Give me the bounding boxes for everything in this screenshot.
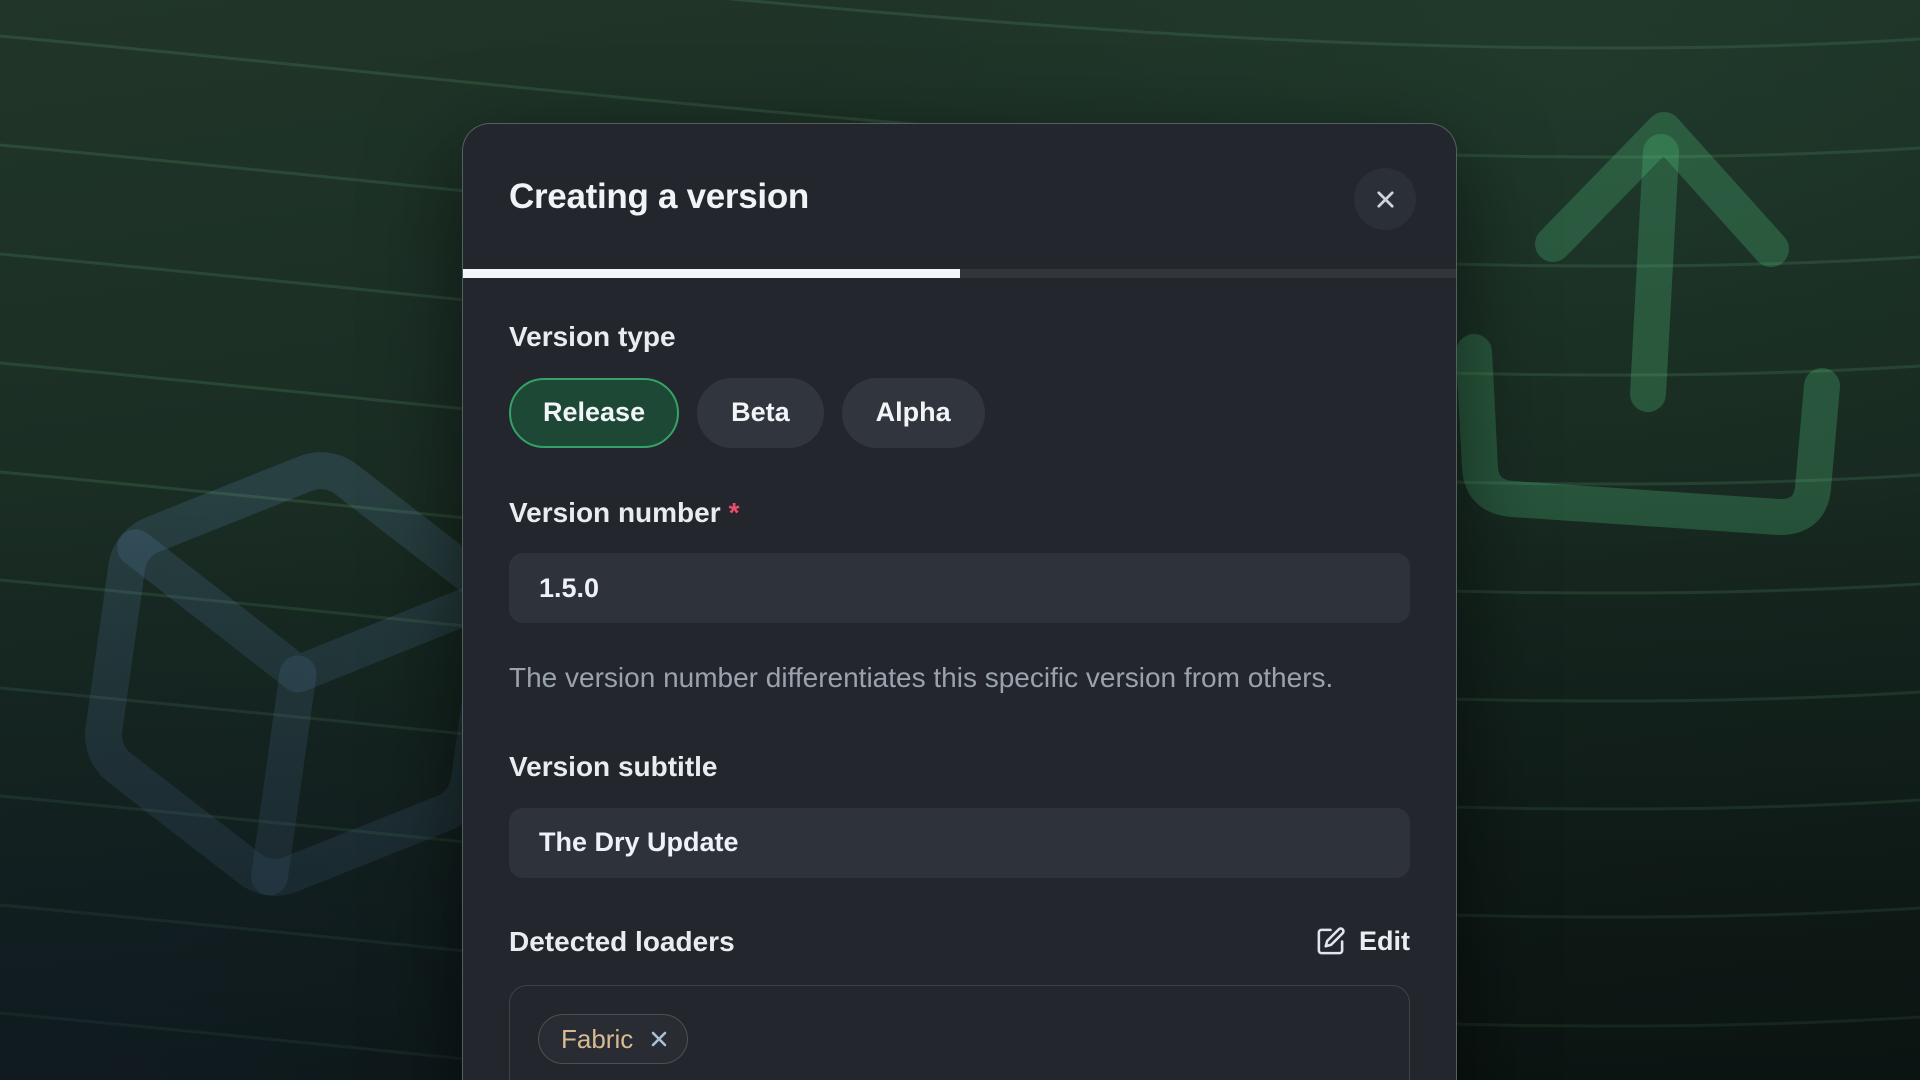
loader-chip-fabric: Fabric (538, 1014, 688, 1064)
required-asterisk: * (729, 497, 740, 528)
edit-loaders-button[interactable]: Edit (1315, 926, 1410, 957)
screen: Creating a version Version type Release … (0, 0, 1920, 1080)
detected-loaders-row: Detected loaders Edit (509, 925, 1410, 959)
detected-loaders-container: Fabric (509, 985, 1410, 1080)
close-icon (1372, 186, 1399, 213)
version-subtitle-label: Version subtitle (509, 750, 1410, 784)
version-type-alpha-button[interactable]: Alpha (842, 378, 985, 448)
modal-body: Version type Release Beta Alpha Version … (463, 278, 1456, 1080)
version-number-label: Version number * (509, 496, 1410, 530)
close-button[interactable] (1354, 168, 1416, 230)
loader-chip-label: Fabric (561, 1024, 633, 1055)
version-type-label: Version type (509, 320, 1410, 354)
square-pen-icon (1315, 926, 1346, 957)
create-version-modal: Creating a version Version type Release … (462, 123, 1457, 1080)
modal-header: Creating a version (463, 124, 1456, 269)
creation-progress-bar (463, 269, 1456, 278)
edit-loaders-label: Edit (1359, 926, 1410, 957)
version-type-release-button[interactable]: Release (509, 378, 679, 448)
creation-progress-fill (463, 269, 960, 278)
detected-loaders-label: Detected loaders (509, 925, 735, 959)
x-remove-icon (647, 1027, 671, 1051)
version-type-options: Release Beta Alpha (509, 378, 1410, 448)
version-number-label-text: Version number (509, 497, 721, 528)
upload-arrow-decoration (1474, 130, 1822, 517)
box-outline-decoration (87, 445, 509, 902)
version-number-help: The version number differentiates this s… (509, 655, 1354, 700)
page-title: Creating a version (509, 177, 809, 217)
version-type-beta-button[interactable]: Beta (697, 378, 824, 448)
remove-loader-button[interactable] (647, 1027, 671, 1051)
version-subtitle-input[interactable] (509, 808, 1410, 878)
version-number-input[interactable] (509, 553, 1410, 623)
